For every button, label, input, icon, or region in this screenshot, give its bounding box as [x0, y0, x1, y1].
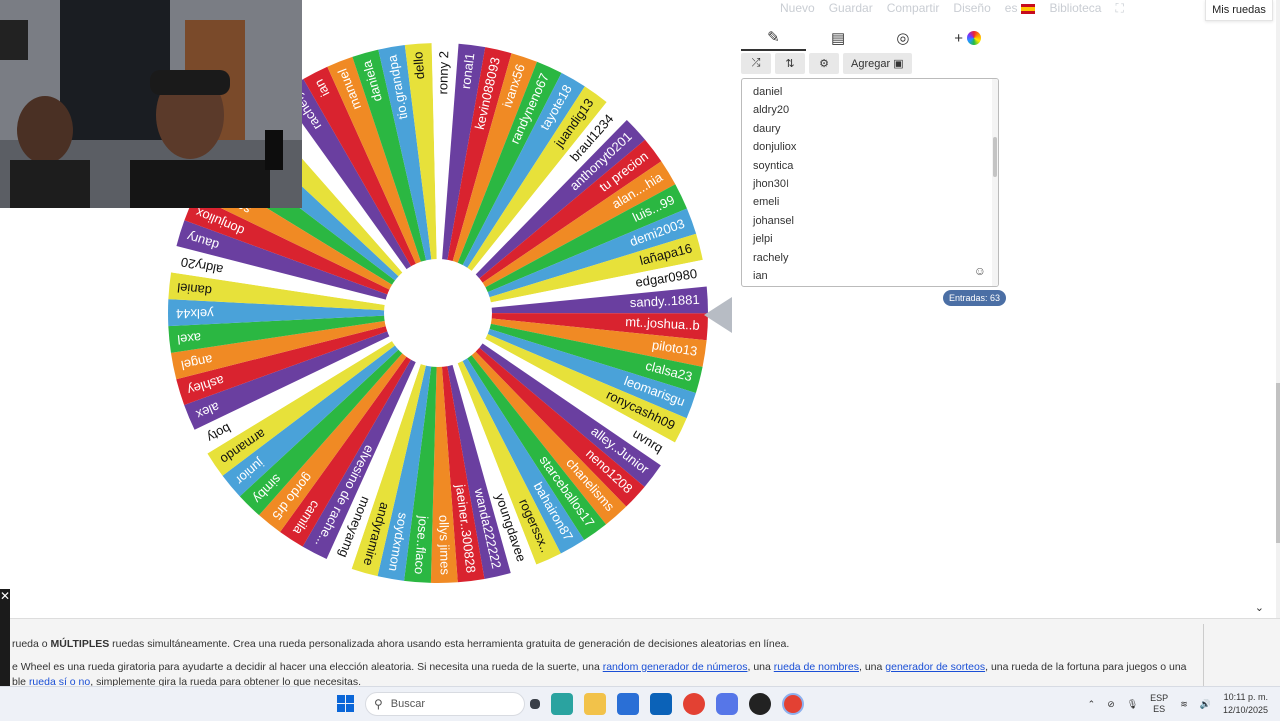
desc-text: ruedas simultáneamente. Crea una rueda p… — [109, 638, 790, 650]
hide-icon[interactable]: ◎ — [871, 26, 936, 50]
clock[interactable]: 10:11 p. m. 12/10/2025 — [1223, 691, 1268, 717]
add-image-label: Agregar — [851, 57, 891, 70]
entries-scroll-thumb[interactable] — [993, 137, 997, 177]
entry-item[interactable]: soyntica — [753, 157, 998, 175]
entry-item[interactable]: daury — [753, 120, 998, 138]
wheel-segment-label: axel — [177, 330, 202, 347]
network-off-icon[interactable]: ⊘ — [1107, 699, 1115, 710]
wheel-segment-label: dello — [410, 51, 427, 79]
entry-item[interactable]: ian — [753, 267, 998, 285]
entries-textarea[interactable]: daniel aldry20 daury donjuliox soyntica jhon3… — [741, 78, 999, 287]
emoji-icon[interactable]: ☺ — [974, 264, 986, 278]
settings-icon[interactable]: ⚙ — [809, 53, 839, 74]
entries-count-badge: Entradas: 63 — [943, 290, 1007, 306]
taskbar-search[interactable]: ⚲ Buscar — [365, 692, 525, 716]
copilot-icon[interactable] — [551, 693, 573, 715]
color-wheel-icon — [967, 31, 981, 45]
description-line-1: rueda o MÚLTIPLES ruedas simultáneamente… — [12, 638, 789, 650]
entry-item[interactable]: jhon30I — [753, 175, 998, 193]
page-scrollbar[interactable] — [1276, 0, 1280, 620]
description-section: ✕ ⌄ rueda o MÚLTIPLES ruedas simultáneam… — [0, 589, 1280, 688]
entry-item[interactable]: johansel — [753, 212, 998, 230]
entry-actions: ⤮ ⇅ ⚙ Agregar ▣ — [741, 53, 912, 75]
wheel-center[interactable] — [384, 259, 492, 367]
wheel-segment-label: yelx44 — [176, 306, 214, 321]
text-cursor-icon: I — [786, 177, 790, 190]
desc-bold: MÚLTIPLES — [50, 638, 110, 650]
add-wheel-icon[interactable]: + — [935, 26, 1000, 50]
taskbar-apps — [530, 693, 804, 715]
edit-icon[interactable]: ✎ — [741, 25, 806, 51]
volume-icon[interactable]: 🔊 — [1200, 699, 1211, 710]
add-image-button[interactable]: Agregar ▣ — [843, 53, 912, 74]
chevron-down-icon[interactable]: ⌄ — [1255, 601, 1264, 614]
clock-date: 12/10/2025 — [1222, 705, 1268, 715]
entry-item[interactable]: jelpi — [753, 230, 998, 248]
system-tray: ⌃ ⊘ 🎙 ESP ES ≋ 🔊 10:11 p. m. 12/10/2025 — [1088, 691, 1268, 717]
entry-item[interactable]: donjuliox — [753, 138, 998, 156]
desc-text: , una rueda de la fortuna para juegos o … — [985, 661, 1187, 673]
editor-toolbar: ✎ ▤ ◎ + — [741, 25, 1000, 51]
wifi-icon[interactable]: ≋ — [1180, 699, 1188, 710]
desc-text: , una — [747, 661, 774, 673]
language-indicator[interactable]: ESP ES — [1150, 693, 1168, 715]
entries-scrollbar[interactable] — [992, 79, 998, 286]
lang-bottom: ES — [1153, 704, 1166, 714]
wheel-pointer-icon — [704, 297, 732, 333]
lang-top: ESP — [1150, 693, 1169, 703]
wheel-segment-label: ollys jimes — [436, 515, 452, 576]
taskbar: ⚲ Buscar ⌃ ⊘ 🎙 ESP ES ≋ 🔊 10:11 p. m. 12/10… — [0, 686, 1280, 721]
store-icon[interactable] — [617, 693, 639, 715]
link-name-wheel[interactable]: rueda de nombres — [774, 661, 859, 673]
chrome-active-icon[interactable] — [782, 693, 804, 715]
windows-start-icon[interactable] — [337, 695, 354, 712]
entry-item[interactable]: daniel — [753, 83, 998, 101]
entry-item[interactable]: aldry20 — [753, 101, 998, 119]
wheel-segment-label: ronny 2 — [435, 51, 451, 95]
microphone-icon[interactable]: 🎙 — [1127, 699, 1138, 710]
page-scroll-thumb[interactable] — [1276, 383, 1280, 543]
chevron-up-icon[interactable]: ⌃ — [1088, 699, 1096, 710]
link-random-number[interactable]: random generador de números — [603, 661, 748, 673]
entry-item[interactable]: rachely — [753, 249, 998, 267]
search-icon: ⚲ — [374, 697, 383, 711]
webcam-overlay — [0, 0, 302, 208]
task-view-icon[interactable] — [530, 699, 540, 709]
desc-text: rueda o — [12, 638, 51, 650]
file-explorer-icon[interactable] — [584, 693, 606, 715]
clipboard-icon[interactable]: ▤ — [806, 26, 871, 50]
outlook-icon[interactable] — [650, 693, 672, 715]
image-icon: ▣ — [893, 58, 904, 70]
app-icon[interactable] — [716, 693, 738, 715]
search-placeholder: Buscar — [390, 698, 426, 710]
sort-icon[interactable]: ⇅ — [775, 53, 805, 74]
clock-time: 10:11 p. m. — [1223, 692, 1268, 702]
desc-text: e Wheel es una rueda giratoria para ayud… — [12, 661, 603, 673]
entry-item[interactable]: emeli — [753, 193, 998, 211]
shuffle-icon[interactable]: ⤮ — [741, 53, 771, 74]
entries-list: daniel aldry20 daury donjuliox soyntica jhon3… — [742, 79, 998, 285]
link-raffle[interactable]: generador de sorteos — [885, 661, 985, 673]
chrome-icon[interactable] — [683, 693, 705, 715]
obs-icon[interactable] — [749, 693, 771, 715]
desc-text: , una — [859, 661, 886, 673]
description-line-2: e Wheel es una rueda giratoria para ayud… — [12, 661, 1187, 673]
